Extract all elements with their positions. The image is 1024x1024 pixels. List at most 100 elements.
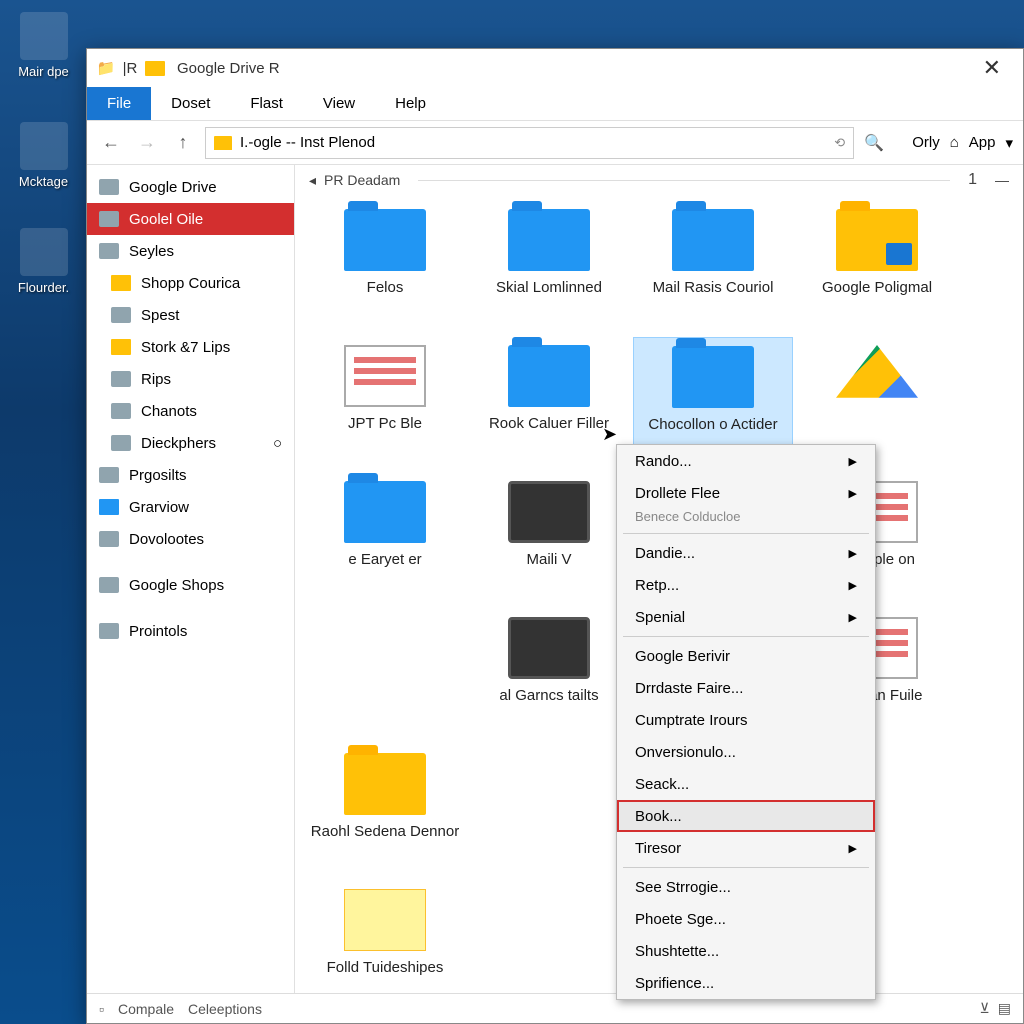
- context-menu-item[interactable]: Book...: [617, 800, 875, 832]
- file-item[interactable]: Mail Rasis Couriol: [633, 201, 793, 331]
- app-label[interactable]: App: [969, 134, 996, 151]
- item-count: 1: [968, 171, 977, 189]
- folder-icon: [145, 61, 165, 76]
- context-menu-item[interactable]: Drrdaste Faire...: [617, 672, 875, 704]
- sidebar-item[interactable]: Google Shops: [87, 569, 294, 601]
- context-menu-item[interactable]: Seack...: [617, 768, 875, 800]
- context-menu-item[interactable]: Rando...▶: [617, 445, 875, 477]
- file-item[interactable]: [305, 609, 465, 739]
- menu-file[interactable]: File: [87, 87, 151, 120]
- context-menu-item[interactable]: Cumptrate Irours: [617, 704, 875, 736]
- close-button[interactable]: ✕: [971, 55, 1013, 81]
- view-list-icon[interactable]: ▤: [998, 1000, 1011, 1017]
- sidebar-item[interactable]: Shopp Courica: [87, 267, 294, 299]
- folder-blue-icon: [344, 481, 426, 543]
- sidebar-item[interactable]: Rips: [87, 363, 294, 395]
- submenu-arrow-icon: ▶: [849, 455, 857, 468]
- sidebar-item[interactable]: Goolel Oile: [87, 203, 294, 235]
- files-stack-icon: [344, 889, 426, 951]
- sidebar-item[interactable]: Prgosilts: [87, 459, 294, 491]
- sidebar-item-label: Chanots: [141, 403, 197, 420]
- menu-view[interactable]: View: [303, 87, 375, 120]
- orly-label[interactable]: Orly: [912, 134, 940, 151]
- sidebar-icon: [99, 211, 119, 227]
- menu-item-label: Sprifience...: [635, 975, 714, 992]
- submenu-arrow-icon: ▶: [849, 842, 857, 855]
- window-icon: |R: [121, 59, 139, 77]
- file-item[interactable]: Folld Tuideshipes: [305, 881, 465, 993]
- file-item[interactable]: Rook Caluer Filler: [469, 337, 629, 467]
- sidebar-icon: [111, 371, 131, 387]
- sidebar-item[interactable]: Dieckphers○: [87, 427, 294, 459]
- context-menu-item[interactable]: Sprifience...: [617, 967, 875, 999]
- context-menu-item[interactable]: Google Berivir: [617, 640, 875, 672]
- chevron-down-icon[interactable]: ▾: [1005, 134, 1013, 152]
- up-button[interactable]: ↑: [169, 129, 197, 157]
- menu-help[interactable]: Help: [375, 87, 446, 120]
- file-item[interactable]: Raohl Sedena Dennor: [305, 745, 465, 875]
- file-label: JPT Pc Ble: [348, 415, 422, 434]
- menu-item-label: See Strrogie...: [635, 879, 731, 896]
- divider: [418, 180, 950, 181]
- file-item[interactable]: Felos: [305, 201, 465, 331]
- sidebar-item-label: Rips: [141, 371, 171, 388]
- sidebar-item[interactable]: Google Drive: [87, 171, 294, 203]
- folder-blue-icon: [672, 209, 754, 271]
- menu-item[interactable]: Flast: [230, 87, 303, 120]
- desktop-icon[interactable]: Flourder.: [6, 228, 81, 295]
- file-item[interactable]: e Earyet er: [305, 473, 465, 603]
- file-item[interactable]: Skial Lomlinned: [469, 201, 629, 331]
- home-icon[interactable]: ⌂: [950, 134, 959, 151]
- menu-separator: [623, 867, 869, 868]
- context-menu-item[interactable]: Onversionulo...: [617, 736, 875, 768]
- sidebar-item[interactable]: Spest: [87, 299, 294, 331]
- sidebar-item[interactable]: Grarviow: [87, 491, 294, 523]
- sidebar-item[interactable]: Seyles: [87, 235, 294, 267]
- context-menu-item[interactable]: Shushtette...: [617, 935, 875, 967]
- context-menu-item[interactable]: Retp...▶: [617, 569, 875, 601]
- folder-blue-icon: [344, 209, 426, 271]
- menu-separator: [623, 636, 869, 637]
- search-button[interactable]: 🔍: [862, 131, 886, 155]
- context-menu-item[interactable]: Phoete Sge...: [617, 903, 875, 935]
- desktop-icon[interactable]: Mair dpe: [6, 12, 81, 79]
- sidebar-item[interactable]: Dovolootes: [87, 523, 294, 555]
- close-icon[interactable]: —: [995, 172, 1009, 188]
- menu-item-label: Google Berivir: [635, 648, 730, 665]
- menu-item-label: Onversionulo...: [635, 744, 736, 761]
- context-menu-item[interactable]: See Strrogie...: [617, 871, 875, 903]
- sidebar-item-label: Google Shops: [129, 577, 224, 594]
- view-details-icon[interactable]: ⊻: [980, 1000, 990, 1017]
- file-item[interactable]: al Garncs tailts: [469, 609, 629, 739]
- window-title: Google Drive R: [177, 60, 280, 77]
- context-menu-item[interactable]: Dandie...▶: [617, 537, 875, 569]
- breadcrumb-back-icon[interactable]: ◂: [309, 172, 316, 189]
- forward-button[interactable]: →: [133, 129, 161, 157]
- sidebar-item[interactable]: Stork &7 Lips: [87, 331, 294, 363]
- sidebar-item-label: Spest: [141, 307, 179, 324]
- titlebar[interactable]: 📁 |R Google Drive R ✕: [87, 49, 1023, 87]
- window-icon: 📁: [97, 59, 115, 77]
- sidebar-icon: [99, 499, 119, 515]
- desktop-icon[interactable]: Mcktage: [6, 122, 81, 189]
- device-icon-icon: [508, 617, 590, 679]
- back-button[interactable]: ←: [97, 129, 125, 157]
- context-menu-item[interactable]: Spenial▶: [617, 601, 875, 633]
- file-item[interactable]: Maili V: [469, 473, 629, 603]
- sidebar-item[interactable]: Prointols: [87, 615, 294, 647]
- menu-item[interactable]: Doset: [151, 87, 230, 120]
- context-menu-item[interactable]: Tiresor▶: [617, 832, 875, 864]
- file-item[interactable]: Google Poligmal: [797, 201, 957, 331]
- file-label: Folld Tuideshipes: [327, 959, 444, 978]
- sidebar-icon: [111, 435, 131, 451]
- sidebar-item-label: Dovolootes: [129, 531, 204, 548]
- app-icon: [20, 12, 68, 60]
- context-menu-item[interactable]: Drollete Flee▶: [617, 477, 875, 509]
- sidebar-item[interactable]: Chanots: [87, 395, 294, 427]
- file-item[interactable]: [469, 745, 629, 875]
- submenu-arrow-icon: ▶: [849, 611, 857, 624]
- address-bar[interactable]: I.-ogle -- Inst Plenod ⟲: [205, 127, 854, 159]
- refresh-icon[interactable]: ⟲: [834, 135, 845, 151]
- file-item[interactable]: JPT Pc Ble: [305, 337, 465, 467]
- sidebar-icon: [111, 403, 131, 419]
